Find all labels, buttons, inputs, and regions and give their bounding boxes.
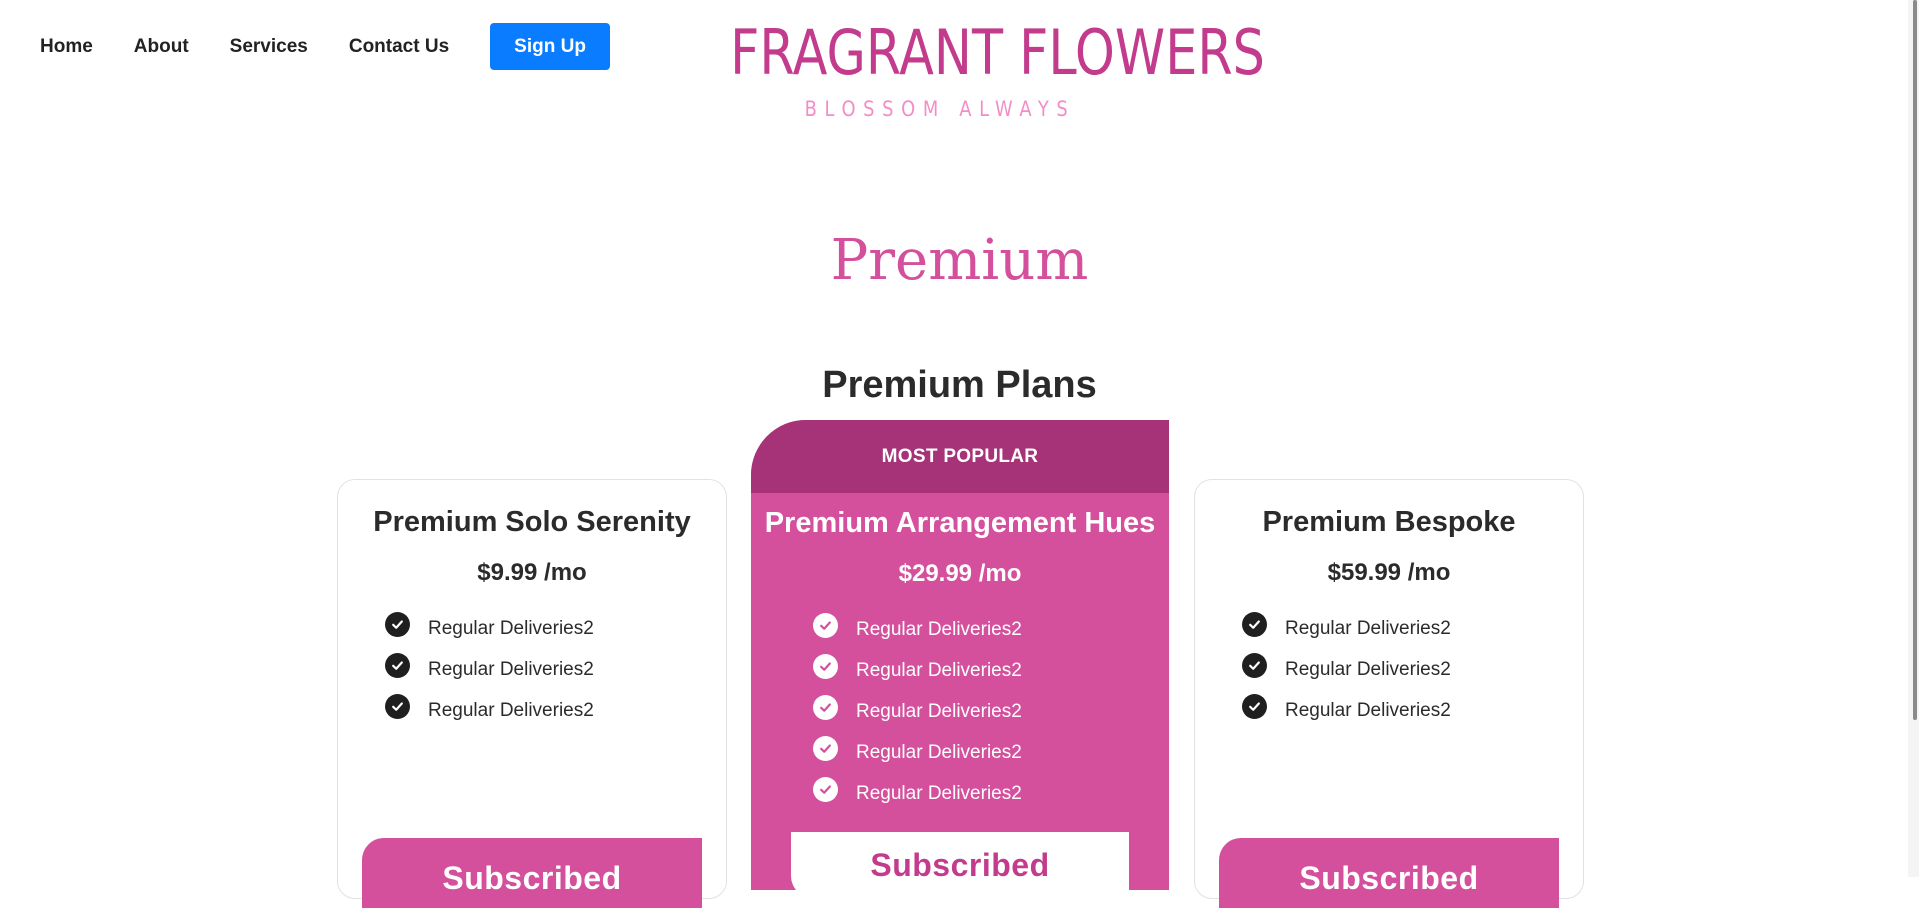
plan-price: $29.99 /mo: [898, 560, 1022, 587]
feature-item: Regular Deliveries2: [1242, 690, 1583, 731]
plan-name: Premium Solo Serenity: [373, 506, 691, 538]
check-circle-icon: [385, 653, 410, 678]
feature-label: Regular Deliveries2: [856, 618, 1022, 640]
plan-card-bespoke: Premium Bespoke $59.99 /mo Regular Deliv…: [1194, 479, 1584, 908]
signup-button[interactable]: Sign Up: [490, 23, 610, 70]
scrollbar-thumb[interactable]: [1913, 0, 1917, 720]
main-nav: Home About Services Contact Us Sign Up: [40, 23, 610, 70]
feature-item: Regular Deliveries2: [385, 608, 726, 649]
plan-card-arrangement-hues: MOST POPULAR Premium Arrangement Hues $2…: [751, 420, 1169, 890]
feature-item: Regular Deliveries2: [813, 691, 1169, 732]
feature-label: Regular Deliveries2: [428, 699, 594, 721]
check-circle-icon: [385, 694, 410, 719]
subscribed-button[interactable]: Subscribed: [791, 832, 1129, 890]
nav-services-link[interactable]: Services: [230, 23, 308, 70]
feature-item: Regular Deliveries2: [385, 690, 726, 731]
nav-about-link[interactable]: About: [134, 23, 189, 70]
feature-list: Regular Deliveries2 Regular Deliveries2 …: [385, 608, 726, 731]
check-circle-icon: [813, 736, 838, 761]
feature-item: Regular Deliveries2: [813, 773, 1169, 814]
feature-label: Regular Deliveries2: [1285, 617, 1451, 639]
check-circle-icon: [385, 612, 410, 637]
most-popular-badge: MOST POPULAR: [751, 420, 1169, 493]
feature-label: Regular Deliveries2: [856, 741, 1022, 763]
logo-title: FRAGRANT FLOWERS: [730, 16, 1265, 89]
check-circle-icon: [813, 654, 838, 679]
feature-item: Regular Deliveries2: [385, 649, 726, 690]
feature-item: Regular Deliveries2: [813, 732, 1169, 773]
feature-list: Regular Deliveries2 Regular Deliveries2 …: [813, 609, 1169, 814]
page-title: Premium: [830, 228, 1089, 293]
feature-label: Regular Deliveries2: [428, 617, 594, 639]
section-title: Premium Plans: [822, 364, 1097, 406]
feature-item: Regular Deliveries2: [813, 650, 1169, 691]
check-circle-icon: [813, 613, 838, 638]
feature-label: Regular Deliveries2: [856, 700, 1022, 722]
subscribed-button[interactable]: Subscribed: [362, 838, 702, 908]
feature-label: Regular Deliveries2: [1285, 658, 1451, 680]
feature-label: Regular Deliveries2: [1285, 699, 1451, 721]
subscribed-button[interactable]: Subscribed: [1219, 838, 1559, 908]
plan-price: $9.99 /mo: [477, 559, 587, 586]
check-circle-icon: [1242, 653, 1267, 678]
plan-price: $59.99 /mo: [1327, 559, 1451, 586]
check-circle-icon: [1242, 694, 1267, 719]
nav-contact-link[interactable]: Contact Us: [349, 23, 449, 70]
check-circle-icon: [1242, 612, 1267, 637]
feature-label: Regular Deliveries2: [856, 659, 1022, 681]
plan-name: Premium Arrangement Hues: [764, 507, 1156, 539]
check-circle-icon: [813, 695, 838, 720]
feature-item: Regular Deliveries2: [1242, 608, 1583, 649]
check-circle-icon: [813, 777, 838, 802]
site-logo[interactable]: FRAGRANT FLOWERS BLOSSOM ALWAYS: [684, 16, 1265, 122]
feature-item: Regular Deliveries2: [1242, 649, 1583, 690]
feature-list: Regular Deliveries2 Regular Deliveries2 …: [1242, 608, 1583, 731]
feature-label: Regular Deliveries2: [428, 658, 594, 680]
plan-card-solo-serenity: Premium Solo Serenity $9.99 /mo Regular …: [337, 479, 727, 908]
nav-home-link[interactable]: Home: [40, 23, 93, 70]
logo-tagline: BLOSSOM ALWAYS: [804, 97, 1076, 121]
feature-item: Regular Deliveries2: [813, 609, 1169, 650]
page-scrollbar[interactable]: [1908, 0, 1919, 877]
plan-name: Premium Bespoke: [1262, 506, 1516, 538]
feature-label: Regular Deliveries2: [856, 782, 1022, 804]
